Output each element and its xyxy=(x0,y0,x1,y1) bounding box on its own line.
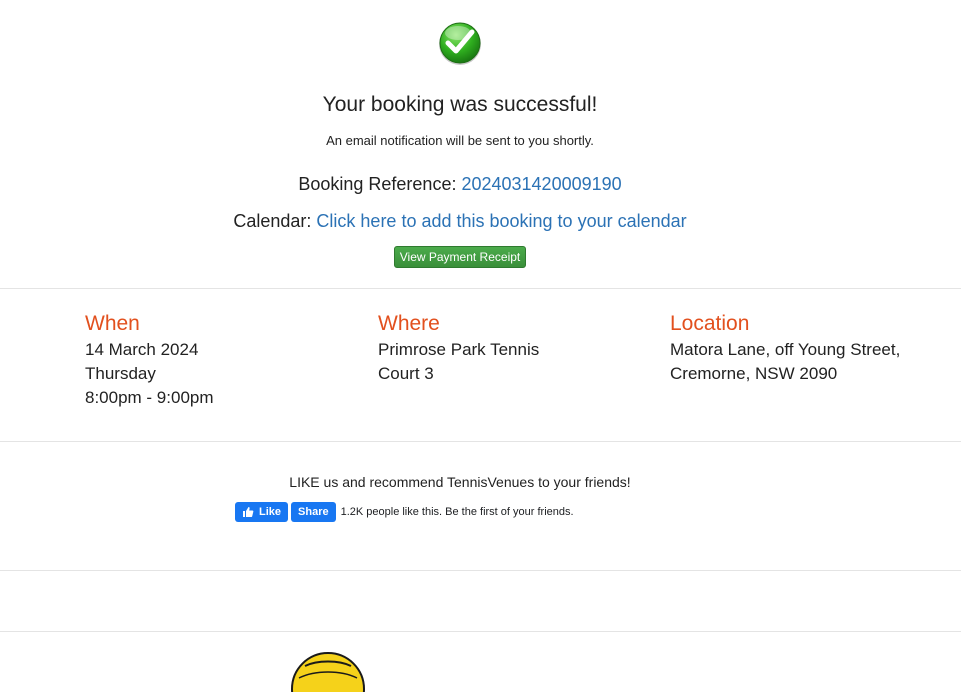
when-heading: When xyxy=(85,312,140,335)
facebook-like-button[interactable]: Like xyxy=(235,502,289,522)
divider xyxy=(0,570,961,571)
location-heading: Location xyxy=(670,312,750,335)
divider xyxy=(0,441,961,442)
divider xyxy=(0,288,961,289)
divider xyxy=(0,631,961,632)
where-section: Where Primrose Park Tennis Court 3 xyxy=(378,310,638,386)
venue-name: Primrose Park Tennis xyxy=(378,340,540,359)
facebook-share-label: Share xyxy=(298,506,329,518)
where-heading: Where xyxy=(378,312,440,335)
location-section: Location Matora Lane, off Young Street, … xyxy=(670,310,955,386)
tennis-ball-logo-icon xyxy=(291,652,365,692)
facebook-like-widget: Like Share 1.2K people like this. Be the… xyxy=(235,502,574,522)
booking-reference-label: Booking Reference: xyxy=(298,174,462,194)
facebook-share-button[interactable]: Share xyxy=(291,502,336,522)
view-payment-receipt-button[interactable]: View Payment Receipt xyxy=(394,246,526,268)
facebook-like-label: Like xyxy=(259,506,282,518)
add-to-calendar-link[interactable]: Click here to add this booking to your c… xyxy=(316,211,686,231)
address-line-2: Cremorne, NSW 2090 xyxy=(670,364,838,383)
booking-reference-link[interactable]: 2024031420009190 xyxy=(461,174,621,194)
thumbs-up-icon xyxy=(243,507,254,517)
facebook-like-count: 1.2K people like this. Be the first of y… xyxy=(340,506,574,518)
address-line-1: Matora Lane, off Young Street, xyxy=(670,340,901,359)
check-circle-icon xyxy=(439,22,481,65)
when-section: When 14 March 2024 Thursday 8:00pm - 9:0… xyxy=(85,310,345,410)
like-prompt: LIKE us and recommend TennisVenues to yo… xyxy=(289,474,631,490)
email-notice: An email notification will be sent to yo… xyxy=(326,133,594,148)
court-name: Court 3 xyxy=(378,364,434,383)
calendar-label: Calendar: xyxy=(233,211,317,231)
booking-reference: Booking Reference: 2024031420009190 xyxy=(0,174,920,195)
booking-success-title: Your booking was successful! xyxy=(322,93,598,116)
booking-weekday: Thursday xyxy=(85,364,156,383)
calendar-row: Calendar: Click here to add this booking… xyxy=(0,211,920,232)
booking-time: 8:00pm - 9:00pm xyxy=(85,388,214,407)
booking-date: 14 March 2024 xyxy=(85,340,199,359)
